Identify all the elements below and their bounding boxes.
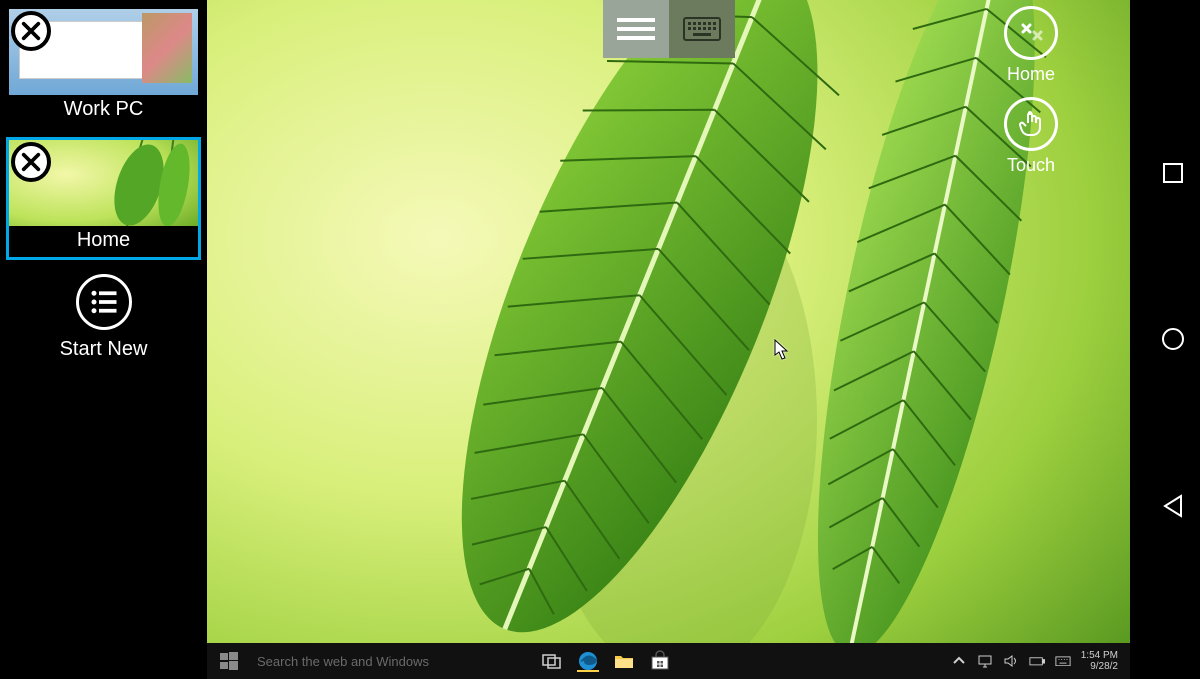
- android-home-button[interactable]: [1159, 325, 1187, 353]
- triangle-back-icon: [1159, 492, 1187, 520]
- connection-sidebar: Work PC Home: [0, 0, 207, 679]
- task-view-icon: [541, 650, 563, 672]
- connection-card-home[interactable]: Home: [6, 137, 201, 260]
- clock-date: 9/28/2: [1081, 661, 1118, 672]
- chevron-up-icon: [951, 653, 967, 669]
- square-icon: [1159, 159, 1187, 187]
- file-explorer-button[interactable]: [613, 650, 635, 672]
- volume-icon: [1003, 653, 1019, 669]
- store-icon: [649, 650, 671, 672]
- remote-wallpaper: [207, 0, 1130, 679]
- list-icon: [89, 287, 119, 317]
- start-new-label: Start New: [6, 338, 201, 361]
- close-connection-button[interactable]: [11, 142, 51, 182]
- keyboard-small-icon: [1055, 656, 1071, 667]
- toggle-keyboard-button[interactable]: [669, 0, 735, 58]
- remote-taskbar: Search the web and Windows: [207, 643, 1130, 679]
- android-back-button[interactable]: [1159, 492, 1187, 520]
- edge-browser-button[interactable]: [577, 650, 599, 672]
- hamburger-icon: [617, 15, 655, 43]
- close-icon: [20, 151, 42, 173]
- circle-icon: [1159, 325, 1187, 353]
- start-button[interactable]: [207, 643, 251, 679]
- taskbar-search-placeholder: Search the web and Windows: [257, 654, 429, 669]
- disconnect-icon: [1016, 18, 1046, 48]
- tray-overflow-button[interactable]: [951, 653, 967, 669]
- tray-network-button[interactable]: [977, 653, 993, 669]
- tray-volume-button[interactable]: [1003, 653, 1019, 669]
- taskbar-search[interactable]: Search the web and Windows: [251, 643, 531, 679]
- windows-logo-icon: [220, 652, 238, 670]
- android-nav-bar: [1145, 0, 1200, 679]
- system-tray: 1:54 PM 9/28/2: [943, 643, 1130, 679]
- network-icon: [977, 653, 993, 669]
- connection-label: Work PC: [9, 95, 198, 126]
- tray-keyboard-button[interactable]: [1055, 653, 1071, 669]
- battery-icon: [1029, 656, 1045, 667]
- start-new-button[interactable]: Start New: [6, 274, 201, 361]
- clock-time: 1:54 PM: [1081, 650, 1118, 661]
- taskbar-pinned-apps: [531, 643, 671, 679]
- remote-desktop-viewport[interactable]: Home Touch: [207, 0, 1130, 679]
- remote-cursor-icon: [774, 339, 790, 361]
- edge-icon: [577, 650, 599, 672]
- close-connection-button[interactable]: [11, 11, 51, 51]
- tray-battery-button[interactable]: [1029, 653, 1045, 669]
- connection-card-workpc[interactable]: Work PC: [6, 6, 201, 129]
- overlay-home-label: Home: [995, 64, 1067, 85]
- session-overlay-right: Home Touch: [995, 6, 1067, 188]
- overlay-touch-button[interactable]: Touch: [995, 97, 1067, 176]
- session-toolbar: [603, 0, 735, 58]
- close-icon: [20, 20, 42, 42]
- folder-icon: [613, 650, 635, 672]
- store-button[interactable]: [649, 650, 671, 672]
- overlay-home-button[interactable]: Home: [995, 6, 1067, 85]
- connection-label: Home: [9, 226, 198, 257]
- taskbar-clock[interactable]: 1:54 PM 9/28/2: [1081, 650, 1122, 672]
- session-menu-button[interactable]: [603, 0, 669, 58]
- touch-hand-icon: [1016, 109, 1046, 139]
- overlay-touch-label: Touch: [995, 155, 1067, 176]
- android-recent-button[interactable]: [1159, 159, 1187, 187]
- task-view-button[interactable]: [541, 650, 563, 672]
- keyboard-icon: [683, 15, 721, 43]
